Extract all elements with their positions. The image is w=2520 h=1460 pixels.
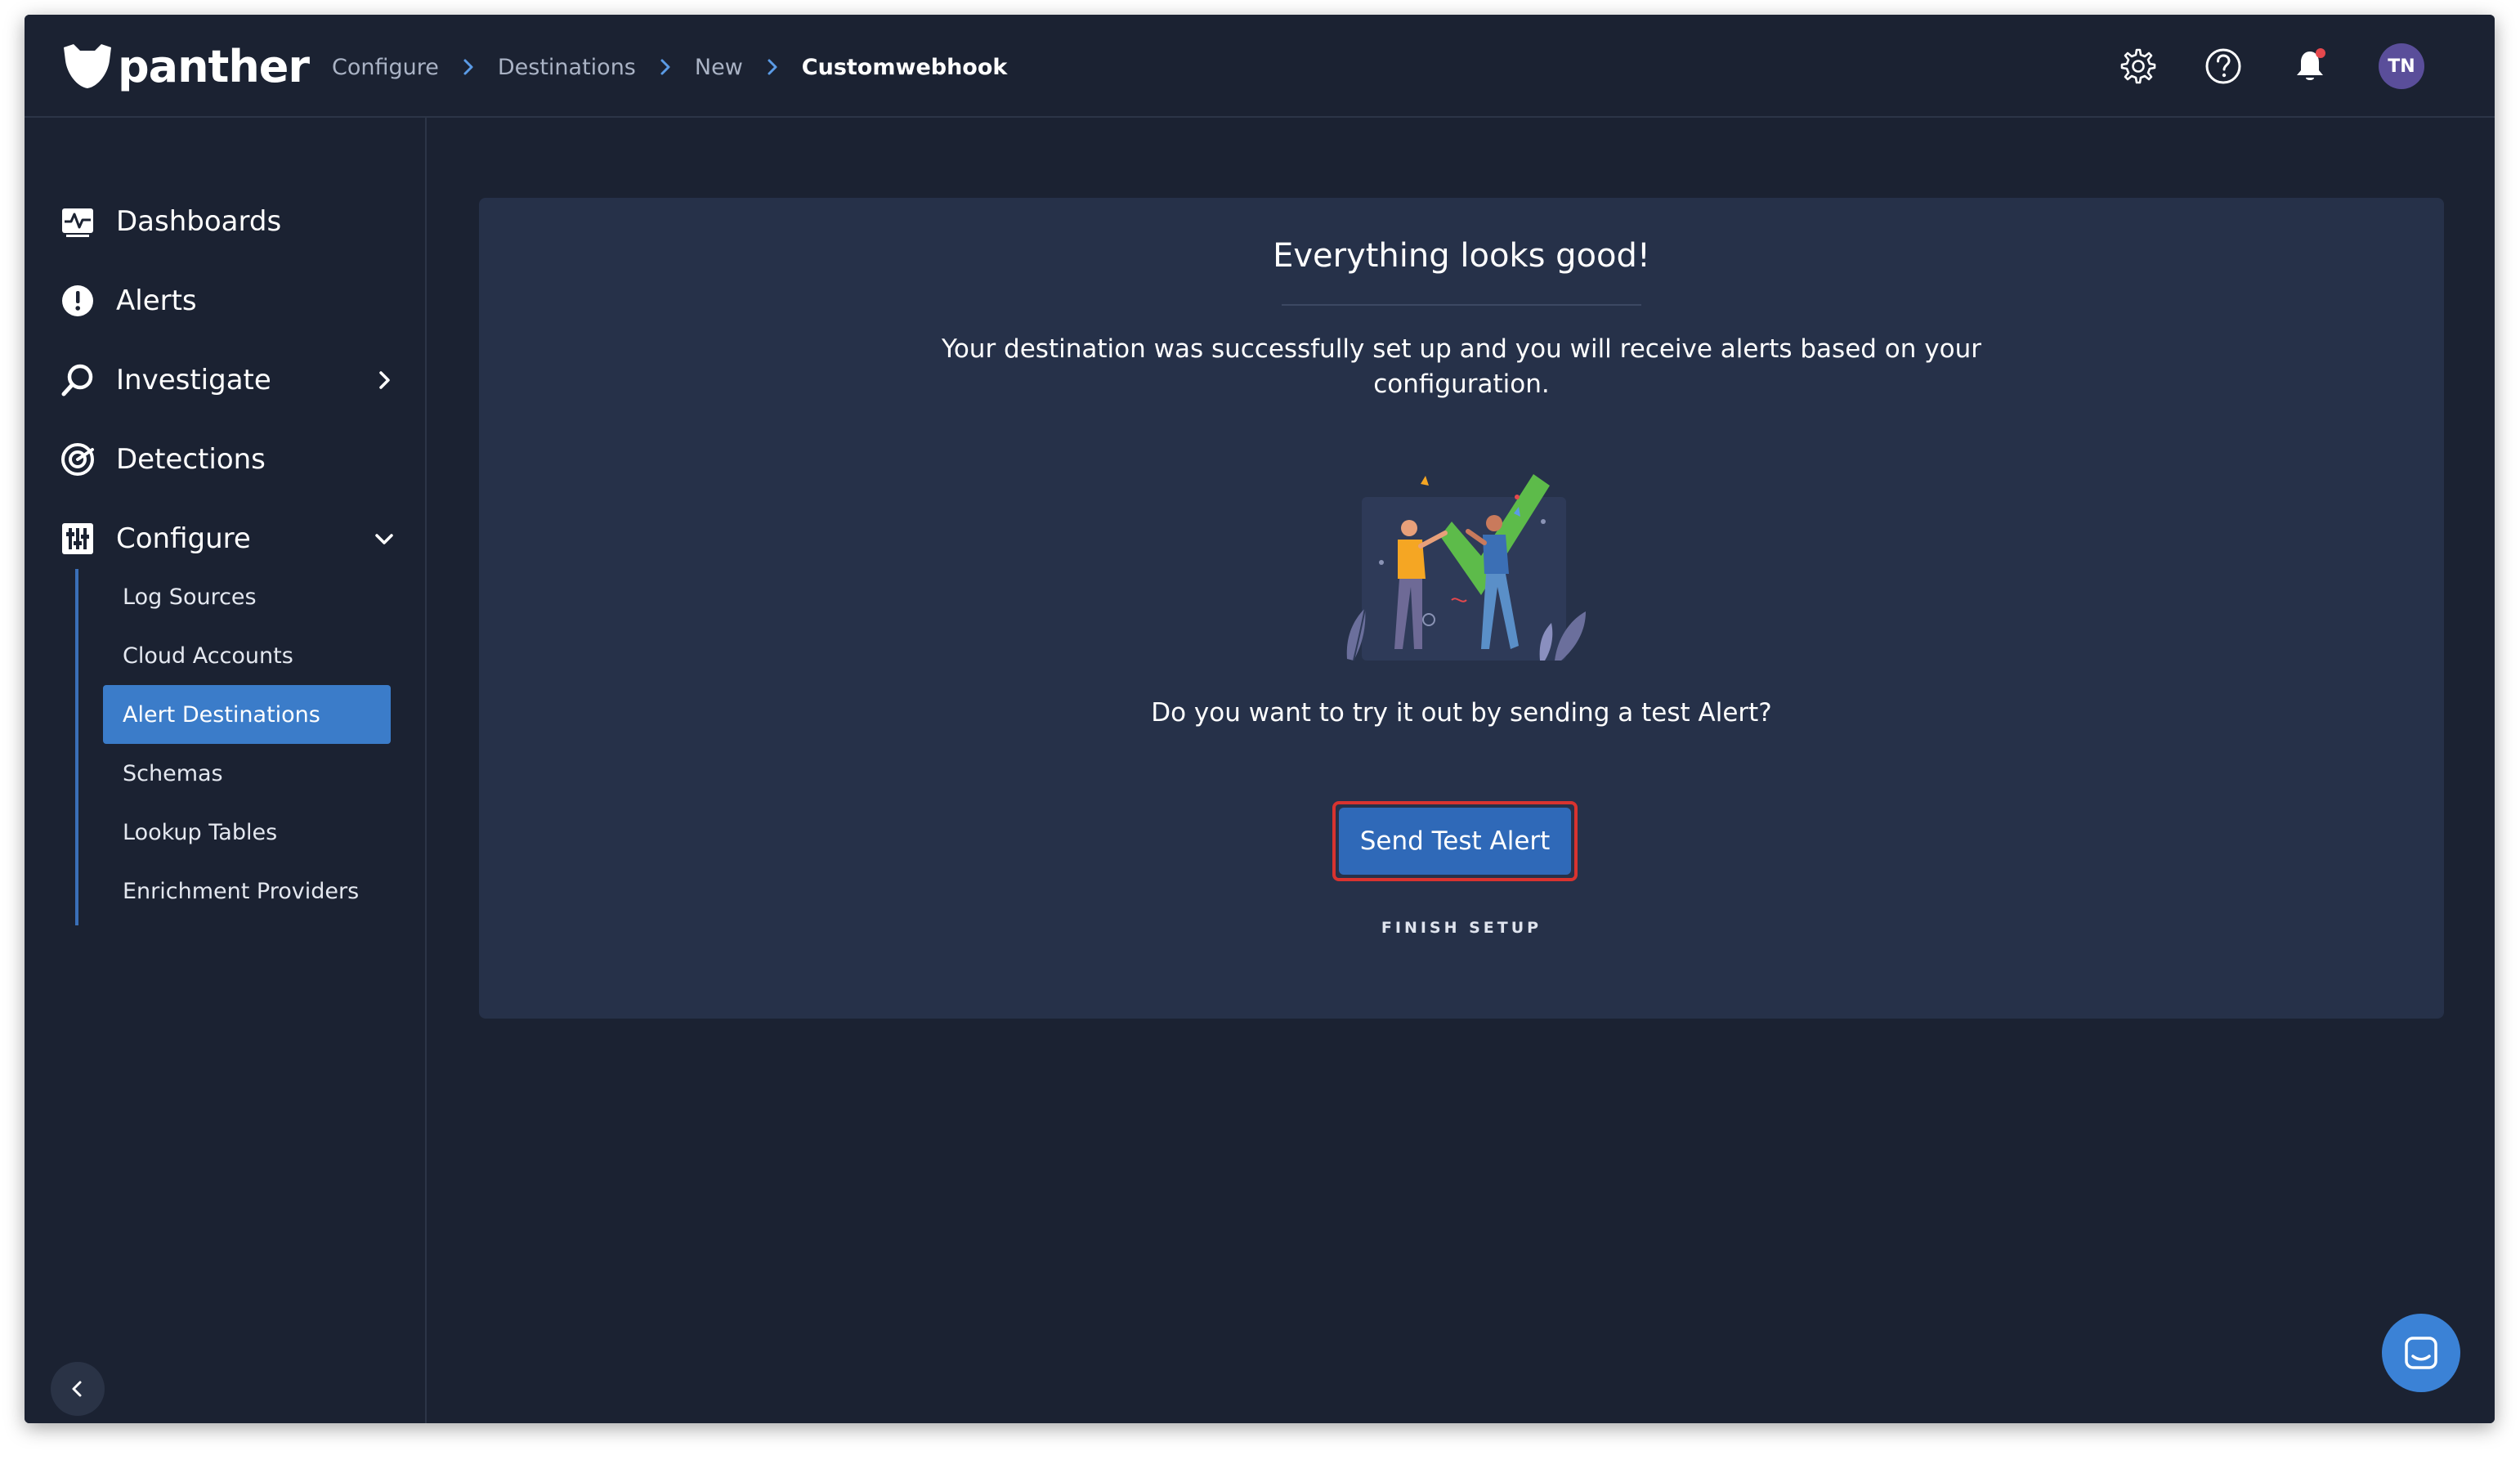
subnav-indicator-line — [75, 569, 78, 925]
breadcrumb-new[interactable]: New — [695, 55, 743, 80]
sidebar-subitem-enrichment-providers[interactable]: Enrichment Providers — [103, 862, 391, 920]
sidebar-item-dashboards[interactable]: Dashboards — [57, 193, 401, 250]
chevron-right-icon — [743, 51, 802, 83]
bell-icon[interactable] — [2286, 43, 2334, 90]
chat-icon — [2405, 1337, 2437, 1369]
sidebar-subitem-alert-destinations[interactable]: Alert Destinations — [103, 685, 391, 744]
send-test-alert-label: Send Test Alert — [1339, 808, 1571, 875]
notification-dot — [2316, 48, 2325, 58]
help-icon[interactable] — [2200, 43, 2247, 90]
sidebar-subitem-log-sources[interactable]: Log Sources — [103, 567, 391, 626]
search-icon — [57, 360, 98, 401]
collapse-sidebar-button[interactable] — [51, 1362, 105, 1416]
success-card: Everything looks good! Your destination … — [479, 198, 2444, 1019]
chevron-right-icon — [636, 51, 695, 83]
page-title: Everything looks good! — [1273, 237, 1650, 275]
send-test-alert-button[interactable]: Send Test Alert — [1332, 801, 1578, 881]
breadcrumb-destinations[interactable]: Destinations — [498, 55, 636, 80]
sidebar-item-investigate[interactable]: Investigate — [57, 352, 401, 409]
finish-setup-link[interactable]: FINISH SETUP — [479, 919, 2444, 937]
chevron-right-icon[interactable] — [368, 364, 401, 396]
chevron-right-icon — [439, 51, 498, 83]
configure-icon — [57, 518, 98, 559]
sidebar-item-label: Dashboards — [116, 205, 282, 238]
breadcrumb-configure[interactable]: Configure — [332, 55, 439, 80]
sidebar-item-label: Detections — [116, 443, 266, 476]
sidebar-item-configure[interactable]: Configure — [57, 510, 401, 567]
sidebar-subitem-cloud-accounts[interactable]: Cloud Accounts — [103, 626, 391, 685]
success-illustration — [1346, 474, 1586, 661]
alert-icon — [57, 280, 98, 321]
sidebar-subitem-lookup-tables[interactable]: Lookup Tables — [103, 803, 391, 862]
sidebar-item-label: Alerts — [116, 284, 197, 317]
sidebar-item-detections[interactable]: Detections — [57, 431, 401, 488]
success-description: Your destination was successfully set up… — [942, 334, 1981, 399]
breadcrumb: Configure Destinations New Customwebhook — [332, 51, 1007, 83]
sidebar-item-label: Configure — [116, 522, 251, 555]
chevron-left-icon — [72, 1381, 82, 1397]
title-divider — [1282, 304, 1641, 306]
logo-text: panther — [118, 40, 310, 92]
detections-icon — [57, 439, 98, 480]
panther-logo[interactable]: panther — [60, 38, 310, 95]
sidebar-item-label: Investigate — [116, 364, 271, 396]
sidebar-item-alerts[interactable]: Alerts — [57, 272, 401, 329]
chat-support-button[interactable] — [2382, 1314, 2460, 1392]
gear-icon[interactable] — [2113, 43, 2160, 90]
sidebar: Dashboards Alerts Investigate Detections… — [25, 118, 427, 1423]
test-alert-prompt: Do you want to try it out by sending a t… — [1151, 698, 1772, 728]
dashboard-icon — [57, 201, 98, 242]
app-window: panther Configure Destinations New Custo… — [25, 15, 2495, 1423]
chevron-down-icon[interactable] — [368, 522, 401, 555]
avatar[interactable]: TN — [2379, 43, 2424, 89]
sidebar-subitem-schemas[interactable]: Schemas — [103, 744, 391, 803]
breadcrumb-current: Customwebhook — [801, 54, 1008, 80]
top-bar: panther Configure Destinations New Custo… — [25, 15, 2495, 118]
main-content: Everything looks good! Your destination … — [428, 119, 2495, 1423]
panther-head-icon — [64, 44, 111, 88]
